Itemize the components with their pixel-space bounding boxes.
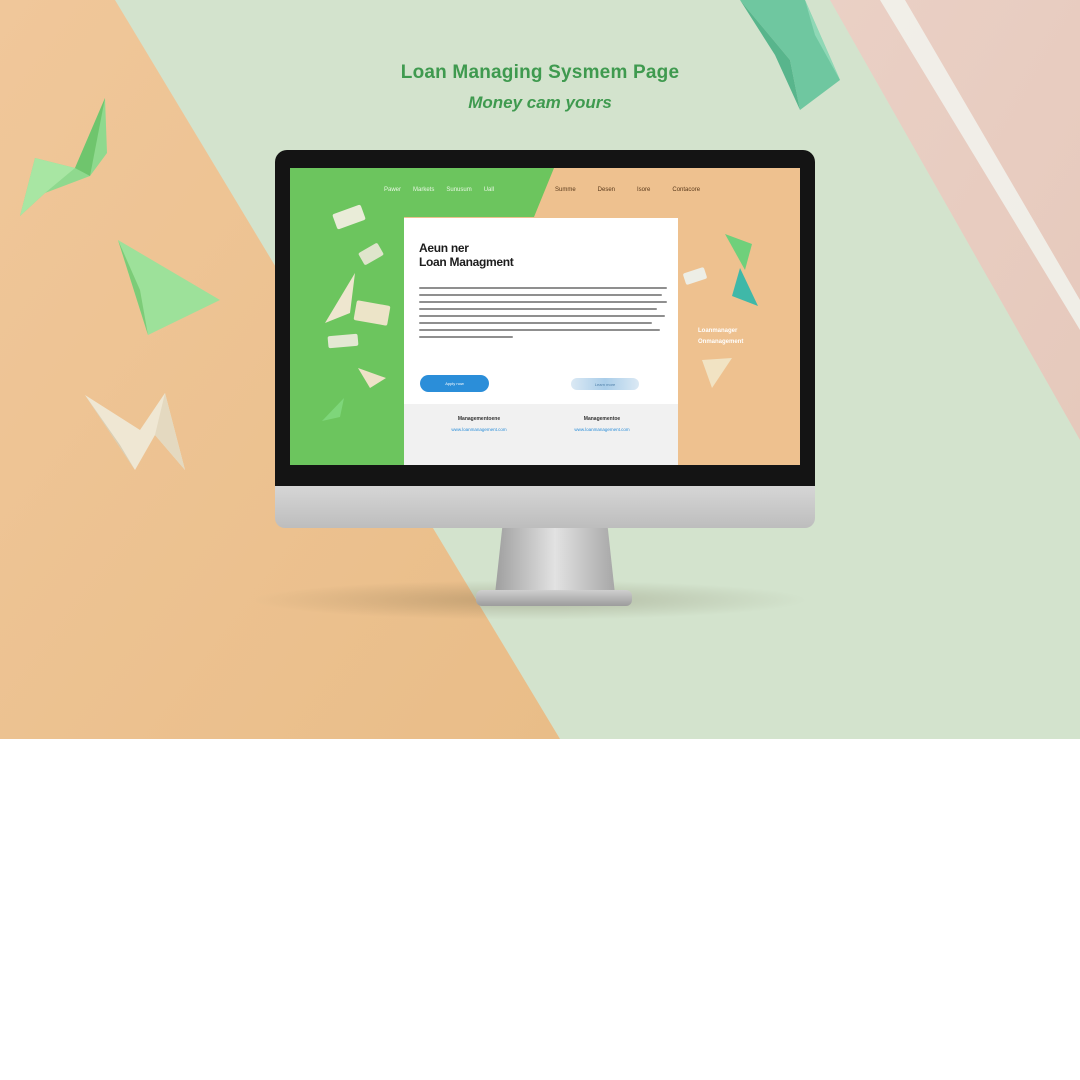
footer-column: Managementoene www.loanmanagement.com: [419, 416, 539, 432]
origami-bird-icon: [20, 98, 107, 216]
nav-item-markets[interactable]: Markets: [413, 187, 434, 199]
monitor-chin: [275, 486, 815, 528]
paper-plane-icon: [358, 368, 386, 388]
nav-item-isore[interactable]: Isore: [637, 187, 650, 199]
peach-decoration: [683, 234, 758, 388]
nav-left: Pawer Markets Sunusum Uall: [384, 187, 494, 199]
card-title-line2: Loan Managment: [419, 255, 514, 269]
paper-plane-icon: [325, 273, 355, 323]
text-line: [419, 336, 514, 338]
origami-bird-icon: [732, 268, 758, 306]
side-caption: Loanmanager Onmanagement: [698, 326, 743, 348]
text-line: [419, 294, 663, 296]
hero-headline: Loan Managing Sysmem Page: [400, 62, 680, 83]
paper-plane-icon: [118, 240, 220, 335]
text-line: [419, 308, 658, 310]
hero-subheadline: Money cam yours: [468, 93, 612, 112]
paper-plane-icon: [702, 358, 732, 388]
card-title-line1: Aeun ner: [419, 241, 469, 255]
card-footer: Managementoene www.loanmanagement.com Ma…: [404, 404, 678, 465]
footer-column: Managementoe www.loanmanagement.com: [542, 416, 662, 432]
blank-area: [0, 739, 1080, 1080]
card-title: Aeun ner Loan Managment: [419, 241, 514, 269]
text-line: [419, 322, 653, 324]
origami-bird-icon: [322, 398, 344, 421]
nav-item-contacore[interactable]: Contacore: [672, 187, 700, 199]
money-note-icon: [327, 333, 359, 349]
monitor-stand: [495, 528, 615, 594]
money-notes-decoration: [322, 204, 391, 421]
side-caption-line1: Loanmanager: [698, 328, 738, 334]
money-note-icon: [353, 300, 391, 326]
monitor-base: [476, 590, 632, 606]
learn-more-button[interactable]: Learn more: [571, 378, 639, 390]
origami-crane-icon: [85, 393, 185, 470]
side-caption-line2: Onmanagement: [698, 339, 744, 345]
footer-link[interactable]: www.loanmanagement.com: [419, 427, 539, 432]
footer-label: Managementoene: [457, 416, 501, 422]
money-note-icon: [358, 243, 384, 265]
text-line: [419, 287, 667, 289]
nav-item-desen[interactable]: Desen: [598, 187, 615, 199]
nav-item-pawer[interactable]: Pawer: [384, 187, 401, 199]
origami-bird-icon: [740, 0, 840, 110]
monitor-screen: Pawer Markets Sunusum Uall Summe Desen I…: [290, 168, 800, 465]
nav-item-uall[interactable]: Uall: [484, 187, 494, 199]
origami-bird-icon: [725, 234, 752, 270]
nav-right: Summe Desen Isore Contacore: [555, 187, 700, 199]
apply-button[interactable]: Apply now: [420, 375, 489, 392]
nav-item-summe[interactable]: Summe: [555, 187, 576, 199]
money-note-icon: [683, 267, 707, 285]
card-body-text: [419, 287, 667, 343]
hero-headline-block: Loan Managing Sysmem Page Money cam your…: [0, 62, 1080, 113]
nav-item-sunusum[interactable]: Sunusum: [446, 187, 471, 199]
text-line: [419, 329, 660, 331]
money-note-icon: [332, 204, 366, 230]
text-line: [419, 315, 665, 317]
footer-label: Managementoe: [583, 416, 621, 422]
footer-link[interactable]: www.loanmanagement.com: [542, 427, 662, 432]
text-line: [419, 301, 667, 303]
loan-card: Aeun ner Loan Managment Apply now Learn …: [404, 218, 678, 465]
